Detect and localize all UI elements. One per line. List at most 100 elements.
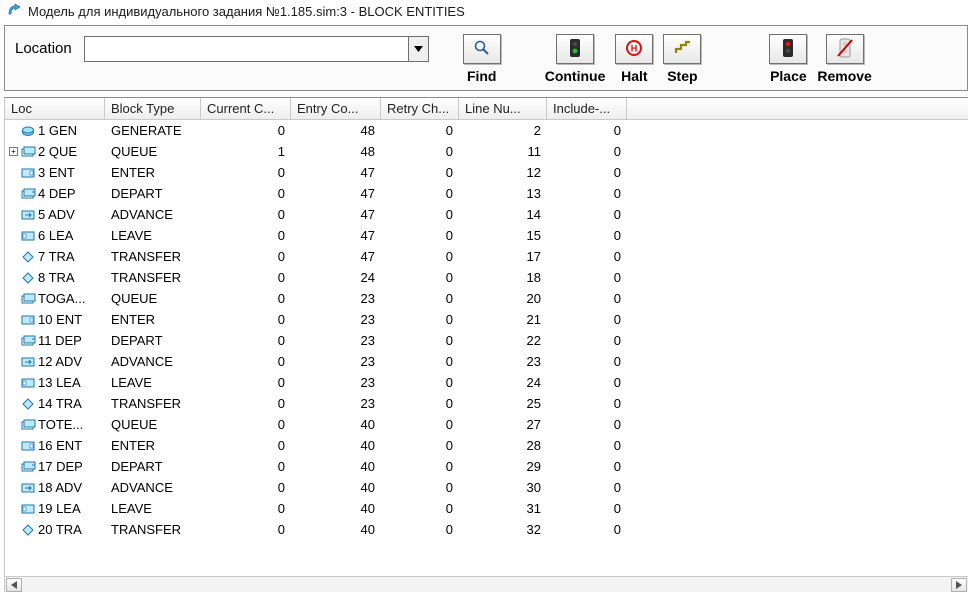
table-row[interactable]: 18 ADVADVANCE0400300 bbox=[5, 477, 968, 498]
table-row[interactable]: 17 DEPDEPART0400290 bbox=[5, 456, 968, 477]
header-loc[interactable]: Loc bbox=[5, 98, 105, 119]
cell-block-type: ENTER bbox=[105, 437, 201, 454]
header-retry-ch[interactable]: Retry Ch... bbox=[381, 98, 459, 119]
cell-line-nu: 31 bbox=[459, 500, 547, 517]
cell-line-nu: 21 bbox=[459, 311, 547, 328]
cell-include: 0 bbox=[547, 290, 627, 307]
cell-include: 0 bbox=[547, 269, 627, 286]
header-block-type[interactable]: Block Type bbox=[105, 98, 201, 119]
table-row[interactable]: 12 ADVADVANCE0230230 bbox=[5, 351, 968, 372]
table-body[interactable]: 1 GENGENERATE048020+2 QUEQUEUE14801103 E… bbox=[5, 120, 968, 576]
table-row[interactable]: 3 ENTENTER0470120 bbox=[5, 162, 968, 183]
horizontal-scrollbar[interactable] bbox=[5, 576, 968, 592]
cell-block-type: GENERATE bbox=[105, 122, 201, 139]
cell-block-type: LEAVE bbox=[105, 374, 201, 391]
remove-button[interactable] bbox=[826, 34, 864, 64]
table-header: Loc Block Type Current C... Entry Co... … bbox=[5, 98, 968, 120]
place-button[interactable] bbox=[769, 34, 807, 64]
cell-include: 0 bbox=[547, 185, 627, 202]
cell-loc: 18 ADV bbox=[5, 479, 105, 496]
cell-line-nu: 18 bbox=[459, 269, 547, 286]
cell-loc: 16 ENT bbox=[5, 437, 105, 454]
loc-text: 6 LEA bbox=[38, 228, 73, 243]
cell-retry-ch: 0 bbox=[381, 332, 459, 349]
table-row[interactable]: TOGA...QUEUE0230200 bbox=[5, 288, 968, 309]
cell-block-type: DEPART bbox=[105, 185, 201, 202]
expand-spacer bbox=[9, 336, 18, 345]
cell-loc: 7 TRA bbox=[5, 248, 105, 265]
cell-line-nu: 12 bbox=[459, 164, 547, 181]
cell-entry-co: 40 bbox=[291, 500, 381, 517]
location-dropdown-button[interactable] bbox=[408, 37, 428, 61]
header-line-nu[interactable]: Line Nu... bbox=[459, 98, 547, 119]
expand-spacer bbox=[9, 378, 18, 387]
table-row[interactable]: TOTE...QUEUE0400270 bbox=[5, 414, 968, 435]
cell-line-nu: 2 bbox=[459, 122, 547, 139]
find-button[interactable] bbox=[463, 34, 501, 64]
table-row[interactable]: 4 DEPDEPART0470130 bbox=[5, 183, 968, 204]
table-row[interactable]: 1 GENGENERATE048020 bbox=[5, 120, 968, 141]
table-row[interactable]: 6 LEALEAVE0470150 bbox=[5, 225, 968, 246]
header-current-c[interactable]: Current C... bbox=[201, 98, 291, 119]
table-row[interactable]: 13 LEALEAVE0230240 bbox=[5, 372, 968, 393]
tra-icon bbox=[21, 398, 36, 410]
cell-loc: 6 LEA bbox=[5, 227, 105, 244]
loc-text: TOGA... bbox=[38, 291, 85, 306]
halt-button[interactable]: H bbox=[615, 34, 653, 64]
cell-entry-co: 47 bbox=[291, 164, 381, 181]
cell-block-type: LEAVE bbox=[105, 500, 201, 517]
table-row[interactable]: 16 ENTENTER0400280 bbox=[5, 435, 968, 456]
cell-line-nu: 22 bbox=[459, 332, 547, 349]
table-row[interactable]: 20 TRATRANSFER0400320 bbox=[5, 519, 968, 540]
header-include[interactable]: Include-... bbox=[547, 98, 627, 119]
cell-entry-co: 47 bbox=[291, 227, 381, 244]
cell-current-c: 0 bbox=[201, 479, 291, 496]
cell-retry-ch: 0 bbox=[381, 521, 459, 538]
loc-text: 1 GEN bbox=[38, 123, 77, 138]
table-row[interactable]: 11 DEPDEPART0230220 bbox=[5, 330, 968, 351]
table-row[interactable]: 10 ENTENTER0230210 bbox=[5, 309, 968, 330]
loc-text: 3 ENT bbox=[38, 165, 75, 180]
cell-current-c: 0 bbox=[201, 500, 291, 517]
table-row[interactable]: 19 LEALEAVE0400310 bbox=[5, 498, 968, 519]
location-input[interactable] bbox=[85, 37, 408, 61]
scroll-right-button[interactable] bbox=[951, 578, 967, 592]
loc-text: 8 TRA bbox=[38, 270, 75, 285]
traffic-stop-icon bbox=[782, 38, 794, 61]
table-row[interactable]: +2 QUEQUEUE1480110 bbox=[5, 141, 968, 162]
cell-line-nu: 29 bbox=[459, 458, 547, 475]
cell-include: 0 bbox=[547, 143, 627, 160]
expand-icon[interactable]: + bbox=[9, 147, 18, 156]
find-caption: Find bbox=[467, 68, 497, 84]
cell-entry-co: 23 bbox=[291, 311, 381, 328]
cell-current-c: 0 bbox=[201, 290, 291, 307]
table-row[interactable]: 8 TRATRANSFER0240180 bbox=[5, 267, 968, 288]
cell-retry-ch: 0 bbox=[381, 143, 459, 160]
loc-text: 13 LEA bbox=[38, 375, 81, 390]
continue-caption: Continue bbox=[545, 68, 606, 84]
cell-include: 0 bbox=[547, 437, 627, 454]
table-row[interactable]: 14 TRATRANSFER0230250 bbox=[5, 393, 968, 414]
depart-icon bbox=[21, 188, 36, 200]
cell-current-c: 0 bbox=[201, 437, 291, 454]
cell-loc: TOTE... bbox=[5, 416, 105, 433]
cell-retry-ch: 0 bbox=[381, 122, 459, 139]
cell-block-type: ADVANCE bbox=[105, 479, 201, 496]
continue-button[interactable] bbox=[556, 34, 594, 64]
cell-entry-co: 47 bbox=[291, 248, 381, 265]
header-entry-co[interactable]: Entry Co... bbox=[291, 98, 381, 119]
loc-text: 16 ENT bbox=[38, 438, 82, 453]
table-row[interactable]: 5 ADVADVANCE0470140 bbox=[5, 204, 968, 225]
cell-include: 0 bbox=[547, 206, 627, 223]
cell-block-type: QUEUE bbox=[105, 143, 201, 160]
cell-current-c: 0 bbox=[201, 206, 291, 223]
cell-line-nu: 25 bbox=[459, 395, 547, 412]
cell-current-c: 0 bbox=[201, 122, 291, 139]
cell-retry-ch: 0 bbox=[381, 416, 459, 433]
step-button[interactable] bbox=[663, 34, 701, 64]
table-row[interactable]: 7 TRATRANSFER0470170 bbox=[5, 246, 968, 267]
tra-icon bbox=[21, 524, 36, 536]
expand-spacer bbox=[9, 420, 18, 429]
location-combo[interactable] bbox=[84, 36, 429, 62]
scroll-left-button[interactable] bbox=[6, 578, 22, 592]
